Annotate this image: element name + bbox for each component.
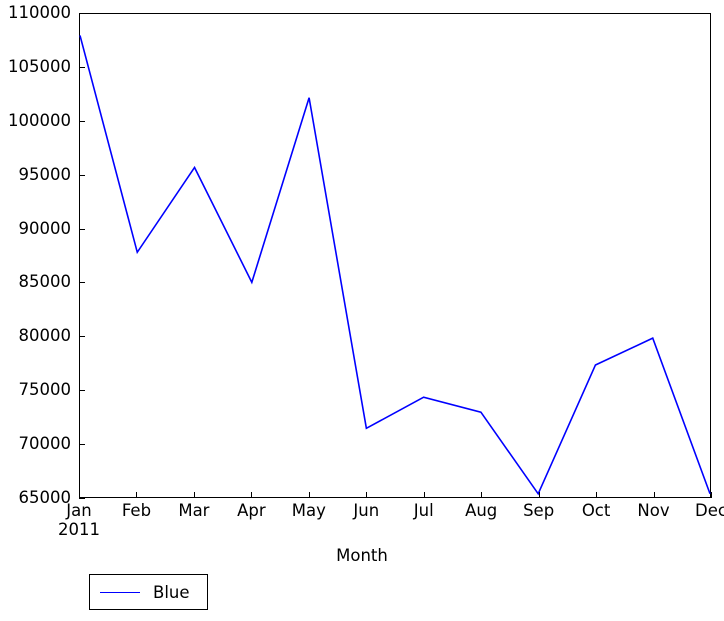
x-axis-tick-mark — [251, 492, 253, 498]
x-axis-tick-sublabel: 2011 — [58, 519, 100, 539]
chart-legend: Blue — [89, 574, 208, 610]
legend-item-label: Blue — [153, 582, 190, 602]
y-axis-tick-label: 105000 — [8, 56, 71, 76]
x-axis-tick-label: Dec — [695, 501, 724, 520]
y-axis-tick-label: 90000 — [18, 218, 72, 238]
y-axis-tick-label: 100000 — [8, 110, 71, 130]
x-axis-tick-label: Mar — [178, 501, 210, 520]
series-line-blue — [79, 35, 711, 496]
y-axis-tick-mark — [79, 498, 85, 499]
y-axis-tick-label: 85000 — [18, 272, 72, 292]
y-axis-tick-mark — [79, 390, 85, 392]
y-axis-tick-label: 80000 — [18, 326, 72, 346]
x-axis-tick-label: Jan 2011 — [58, 501, 100, 539]
y-axis-tick-mark — [79, 444, 85, 446]
y-axis-tick-label: 75000 — [18, 380, 72, 400]
x-axis-tick-label: Sep — [523, 501, 555, 520]
x-axis-tick-label: Apr — [237, 501, 266, 520]
y-axis-tick-mark — [79, 228, 85, 230]
x-axis-tick-mark — [596, 492, 598, 498]
legend-line-swatch-icon — [100, 591, 140, 593]
legend-item-blue: Blue — [90, 575, 207, 609]
x-axis-tick-mark — [653, 492, 655, 498]
x-axis-tick-mark — [481, 492, 483, 498]
x-axis-tick-mark — [366, 492, 368, 498]
x-axis-tick-label: Jun — [353, 501, 380, 520]
series-lines-svg — [79, 35, 711, 496]
x-axis-tick-mark — [79, 492, 80, 498]
y-axis-tick-mark — [79, 13, 85, 14]
y-axis-tick-mark — [79, 120, 85, 122]
x-axis-tick-label: Jul — [413, 501, 434, 520]
y-axis-tick-label: 70000 — [18, 434, 72, 454]
x-axis-tick-label: Oct — [581, 501, 611, 520]
y-axis-tick-mark — [79, 336, 85, 338]
x-axis-tick-mark — [308, 492, 310, 498]
y-axis-tick-label: 110000 — [8, 3, 71, 22]
y-axis-tick-mark — [79, 282, 85, 284]
x-axis-tick-mark — [538, 492, 540, 498]
x-axis-tick-label: Aug — [465, 501, 498, 520]
x-axis-tick-mark — [423, 492, 425, 498]
y-axis-tick-label: 95000 — [18, 164, 72, 184]
x-axis-title: Month — [336, 546, 388, 565]
x-axis-tick-label: May — [291, 501, 326, 520]
x-axis-tick-mark — [193, 492, 195, 498]
plot-area — [79, 13, 711, 498]
chart-figure: 65000 70000 75000 80000 85000 90000 95000 10000… — [0, 0, 724, 621]
x-axis-tick-mark — [136, 492, 138, 498]
x-axis-tick-label: Nov — [637, 501, 670, 520]
y-axis-tick-mark — [79, 174, 85, 176]
y-axis-tick-mark — [79, 66, 85, 68]
x-axis-tick-label: Feb — [121, 501, 152, 520]
x-axis-tick-mark — [711, 492, 712, 498]
